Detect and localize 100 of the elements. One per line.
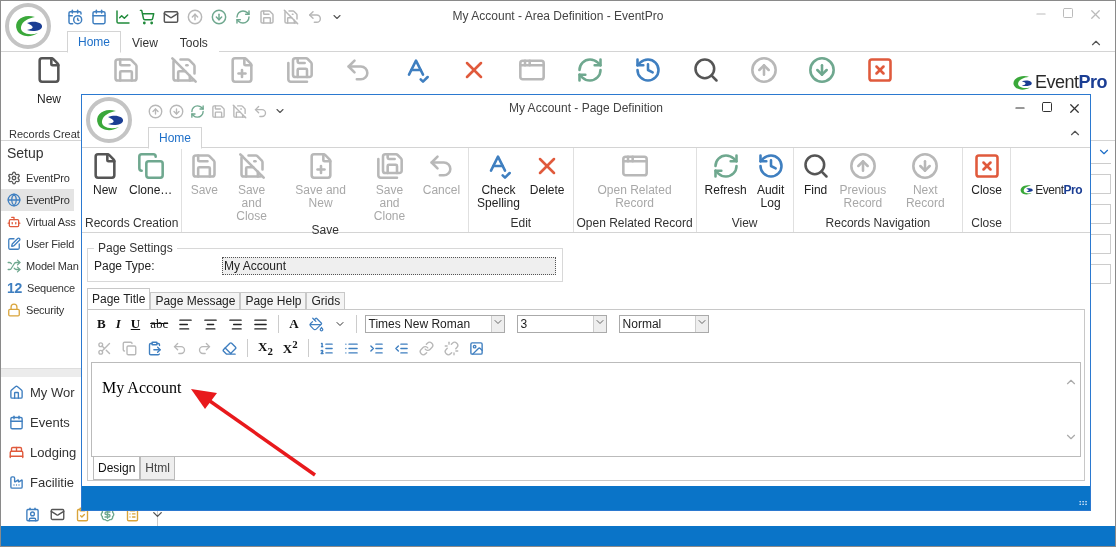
- eventpro-logo: EventPro: [1011, 72, 1107, 93]
- resize-grip-icon[interactable]: [1078, 498, 1088, 508]
- cart-button[interactable]: [139, 9, 155, 25]
- nav-item[interactable]: 12 Sequence: [1, 277, 79, 299]
- editor-text: My Account: [102, 379, 182, 399]
- nav-item[interactable]: EventPro: [1, 189, 74, 211]
- close-button[interactable]: Close: [966, 152, 1007, 216]
- refresh-button[interactable]: [235, 9, 251, 25]
- down-arrow-circle-icon: [169, 103, 184, 119]
- chart-button[interactable]: [115, 9, 131, 25]
- floppy-disks-icon: [375, 152, 404, 180]
- refresh-icon: [576, 56, 604, 84]
- nav-item[interactable]: Virtual Ass: [1, 211, 80, 233]
- group-label: Open Related Record: [576, 216, 693, 232]
- calendar-clock-button[interactable]: [67, 9, 83, 25]
- numbered-list-icon: [318, 340, 334, 356]
- up-arrow-circle-icon: [750, 56, 778, 84]
- italic-button[interactable]: I: [113, 316, 123, 332]
- ribbon-tab[interactable]: Home: [148, 127, 202, 149]
- lock-icon: [7, 303, 21, 317]
- floppy-disk-icon: [170, 56, 198, 84]
- mail-button[interactable]: [163, 9, 179, 25]
- editor-tab[interactable]: Grids: [306, 292, 346, 310]
- history-icon: [634, 56, 662, 84]
- history-button[interactable]: Audit Log: [751, 152, 790, 216]
- nav-item[interactable]: Security: [1, 299, 69, 321]
- dropdown[interactable]: 3: [516, 315, 607, 333]
- spell-check-button[interactable]: Check Spelling: [472, 152, 525, 216]
- copy-button[interactable]: Clone…: [124, 152, 178, 216]
- app-logo-icon[interactable]: [5, 3, 51, 49]
- close-icon[interactable]: [1067, 101, 1082, 116]
- save-icon: [112, 56, 140, 84]
- group-title: Page Settings: [97, 241, 174, 255]
- module-item[interactable]: Lodging: [1, 437, 77, 467]
- unlink-icon: [443, 340, 459, 356]
- window-title: My Account - Page Definition: [508, 101, 664, 115]
- nav-item[interactable]: User Field: [1, 233, 79, 255]
- search-button[interactable]: Find: [796, 152, 835, 216]
- edit-icon: [7, 237, 21, 251]
- calendar-button[interactable]: [91, 9, 107, 25]
- scissors-icon: [97, 340, 112, 356]
- editor-tab[interactable]: Page Message: [150, 292, 241, 310]
- search-icon: [801, 152, 830, 180]
- highlight-button[interactable]: [306, 316, 326, 332]
- refresh-button[interactable]: Refresh: [699, 152, 752, 216]
- editor-mode-tab[interactable]: Design: [93, 456, 141, 480]
- file-icon: [91, 152, 119, 180]
- eraser-button[interactable]: [220, 340, 239, 356]
- strike-button[interactable]: abc: [148, 316, 171, 332]
- down-arrow-circle-button[interactable]: [211, 9, 227, 25]
- refresh-button[interactable]: [190, 103, 205, 119]
- module-item[interactable]: My Wor: [1, 377, 75, 407]
- contact-card-button[interactable]: [25, 507, 40, 522]
- refresh-icon: [235, 9, 251, 25]
- page-type-field[interactable]: My Account: [222, 257, 556, 275]
- nav-item[interactable]: EventPro: [1, 167, 74, 189]
- module-item[interactable]: Events: [1, 407, 70, 437]
- up-arrow-circle-icon: [848, 152, 877, 180]
- nav-item[interactable]: Model Man: [1, 255, 83, 277]
- floppy-disk-icon: [283, 9, 299, 25]
- editor-tab[interactable]: Page Help: [240, 292, 307, 310]
- dropdown[interactable]: Normal: [618, 315, 709, 333]
- up-arrow-circle-icon: [148, 103, 163, 119]
- bullet-list-icon: [343, 340, 359, 356]
- floppy-disk-icon: [232, 103, 247, 119]
- delete-button[interactable]: Delete: [524, 152, 570, 216]
- window-icon: [620, 152, 649, 180]
- home-icon: [9, 384, 24, 400]
- font-color-button[interactable]: A: [287, 316, 301, 332]
- file-button[interactable]: New: [86, 152, 124, 216]
- link-icon: [418, 340, 434, 356]
- editor-mode-tab[interactable]: Html: [140, 456, 176, 480]
- contact-card-icon: [25, 507, 40, 522]
- settings-icon: [7, 171, 21, 185]
- maximize-icon[interactable]: [1041, 101, 1053, 113]
- underline-button[interactable]: U: [128, 316, 143, 332]
- dropdown[interactable]: Times New Roman: [364, 315, 505, 333]
- number-icon: 12: [7, 280, 22, 296]
- floppy-disk-icon: [237, 152, 266, 180]
- editor-tab[interactable]: Page Title: [87, 288, 151, 310]
- group-label: Records Navigation: [825, 216, 931, 232]
- file-button[interactable]: New: [1, 56, 97, 106]
- mail-button[interactable]: [50, 507, 65, 522]
- search-icon: [692, 56, 720, 84]
- app-logo-icon[interactable]: [86, 97, 132, 143]
- field-label: Page Type:: [94, 259, 156, 273]
- paste-icon: [147, 340, 162, 356]
- script-button[interactable]: X$_{2}$: [256, 339, 275, 357]
- redo-icon: [197, 340, 212, 356]
- undo-icon: [344, 56, 372, 84]
- undo-icon: [253, 103, 268, 119]
- down-arrow-circle-icon: [911, 152, 940, 180]
- bold-button[interactable]: B: [95, 316, 108, 332]
- module-item[interactable]: Facilitie: [1, 467, 75, 497]
- window-title: My Account - Area Definition - EventPro: [452, 9, 664, 23]
- ribbon-tab[interactable]: Home: [67, 31, 121, 53]
- script-button[interactable]: X$^{2}$: [280, 338, 300, 358]
- robot-icon: [7, 215, 21, 229]
- editor-area[interactable]: My Account: [91, 362, 1081, 457]
- group-label: Records Creat: [8, 127, 81, 140]
